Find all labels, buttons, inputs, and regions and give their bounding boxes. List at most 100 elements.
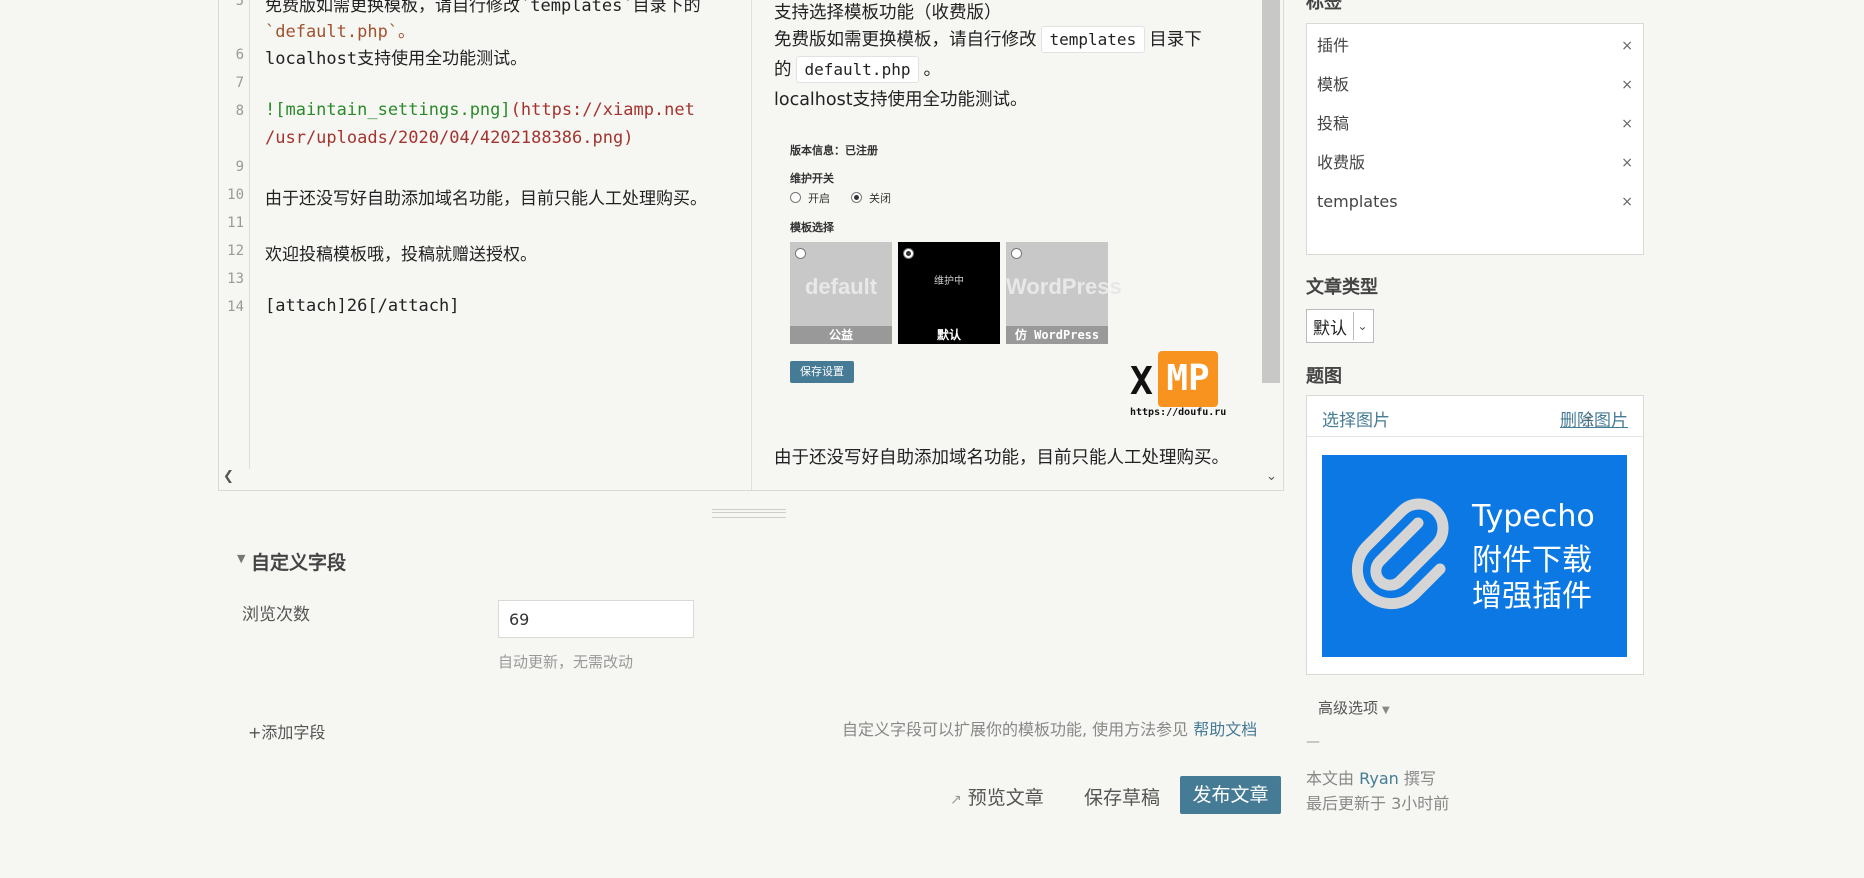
thumbnail-image: Typecho 附件下载 增强插件 — [1322, 455, 1627, 657]
chevron-down-icon[interactable]: ⌄ — [1266, 469, 1277, 484]
separator-dash: — — [1306, 734, 1320, 750]
advanced-options-toggle[interactable]: 高级选项 ▼ — [1318, 697, 1390, 718]
template-name: WordPress — [1006, 274, 1122, 299]
save-draft-button[interactable]: 保存草稿 — [1084, 783, 1160, 810]
logo-badge: MP — [1158, 351, 1218, 407]
views-count-input[interactable] — [498, 600, 694, 638]
divider — [1307, 436, 1643, 437]
code-line[interactable]: localhost支持使用全功能测试。 — [265, 44, 527, 69]
preview-text: 由于还没写好自助添加域名功能，目前只能人工处理购买。 — [774, 448, 1229, 468]
field-hint: 自动更新，无需改动 — [498, 653, 634, 671]
radio-on — [790, 192, 801, 203]
save-settings-button: 保存设置 — [790, 361, 854, 383]
template-card-maintain: 维护中 默认 — [898, 242, 1000, 344]
code-line[interactable]: `default.php`。 — [265, 17, 415, 42]
tags-input[interactable]: 插件 × 模板 × 投稿 × 收费版 × templates × — [1306, 23, 1644, 255]
tag-item: templates × — [1317, 187, 1633, 217]
radio-on-label: 开启 — [808, 192, 830, 205]
line-number: 6 — [235, 47, 244, 63]
close-icon[interactable]: × — [1621, 109, 1633, 139]
preview-text-part: 的 — [774, 60, 792, 80]
code-line[interactable]: 由于还没写好自助添加域名功能，目前只能人工处理购买。 — [265, 184, 707, 209]
template-name: default — [804, 274, 878, 299]
line-number: 8 — [235, 103, 244, 119]
tag-label: templates — [1317, 192, 1398, 211]
tag-item: 模板 × — [1317, 70, 1633, 100]
code-line-link[interactable]: ![maintain_settings.png](https://xiamp.n… — [265, 100, 695, 120]
line-number: 11 — [227, 215, 244, 231]
markdown-image-url-cont[interactable]: /usr/uploads/2020/04/4202188386.png) — [265, 128, 633, 148]
tag-label: 插件 — [1317, 36, 1350, 55]
template-card-wordpress: WordPress 仿 WordPress — [1006, 242, 1122, 344]
line-number: 13 — [227, 271, 244, 287]
line-number: 12 — [227, 243, 244, 259]
logo-url: https://doufu.ru — [1130, 407, 1227, 418]
article-type-select[interactable]: 默认 ⌄ — [1306, 309, 1374, 343]
template-caption: 默认 — [898, 326, 1000, 344]
radio-off-label: 关闭 — [869, 192, 891, 205]
tag-item: 收费版 × — [1317, 148, 1633, 178]
template-caption: 公益 — [790, 326, 892, 344]
template-select-label: 模板选择 — [790, 221, 834, 234]
thumb-text: 增强插件 — [1472, 579, 1592, 614]
line-number-gutter: 5 6 7 8 9 10 11 12 13 14 — [219, 0, 250, 469]
template-card-default: default 公益 — [790, 242, 892, 344]
inline-code: templates — [1040, 26, 1146, 53]
author-line: 本文由 Ryan 撰写 — [1306, 765, 1436, 789]
preview-text: 免费版如需更换模板，请自行修改 templates 目录下 — [774, 26, 1202, 53]
line-number: 9 — [235, 159, 244, 175]
field-label: 浏览次数 — [242, 605, 310, 625]
template-radio — [795, 248, 806, 259]
paperclip-icon — [1351, 498, 1449, 610]
markdown-editor: 5 6 7 8 9 10 11 12 13 14 免费版如需更换模板，请自行修改… — [218, 0, 1284, 491]
delete-image-button[interactable]: 删除图片 — [1560, 406, 1628, 431]
publish-button[interactable]: 发布文章 — [1180, 776, 1281, 814]
preview-text-part: 。 — [923, 60, 941, 80]
preview-label: 预览文章 — [967, 787, 1044, 809]
choose-image-button[interactable]: 选择图片 — [1322, 406, 1390, 431]
code-line[interactable]: [attach]26[/attach] — [265, 296, 459, 316]
close-icon[interactable]: × — [1621, 187, 1633, 217]
preview-text: 的 default.php。 — [774, 56, 941, 83]
author-suffix: 撰写 — [1403, 769, 1436, 788]
custom-fields-title[interactable]: 自定义字段 — [251, 548, 346, 575]
markdown-image-url: (https://xiamp.net — [510, 100, 695, 120]
external-link-icon: ↗ — [950, 792, 962, 808]
markdown-image-alt: ![maintain_settings.png] — [265, 100, 511, 120]
author-link[interactable]: Ryan — [1359, 769, 1399, 788]
tag-item: 投稿 × — [1317, 109, 1633, 139]
maintain-switch-label: 维护开关 — [790, 172, 834, 185]
caret-down-icon[interactable]: ▼ — [237, 552, 245, 565]
template-name: 维护中 — [934, 276, 964, 287]
code-line[interactable]: 免费版如需更换模板，请自行修改`templates`目录下的 — [265, 0, 701, 16]
close-icon[interactable]: × — [1621, 70, 1633, 100]
help-docs-link[interactable]: 帮助文档 — [1193, 720, 1257, 739]
xmp-logo: X MP https://doufu.ru — [1130, 351, 1226, 418]
hand-cursor-icon: ☝ — [1582, 410, 1593, 431]
version-info: 版本信息：已注册 — [790, 144, 878, 157]
markdown-preview: 支持选择模板功能（收费版） 免费版如需更换模板，请自行修改 templates 目录… — [752, 0, 1282, 490]
line-number: 14 — [227, 299, 244, 315]
editor-resize-handle[interactable] — [712, 509, 786, 518]
inline-code: default.php — [795, 56, 920, 83]
add-field-button[interactable]: +添加字段 — [248, 719, 325, 743]
tag-label: 投稿 — [1317, 114, 1350, 133]
advanced-label: 高级选项 — [1318, 699, 1379, 717]
preview-text-part: 目录下 — [1149, 30, 1202, 50]
close-icon[interactable]: × — [1621, 148, 1633, 178]
vertical-scrollbar-thumb[interactable] — [1262, 0, 1280, 383]
select-value: 默认 — [1313, 318, 1347, 339]
tags-heading: 标签 — [1306, 0, 1342, 13]
caret-down-icon: ▼ — [1382, 705, 1390, 716]
thumbnail-box: 选择图片 删除图片 ☝ Typecho 附件下载 增强插件 — [1306, 395, 1644, 675]
code-line[interactable]: 欢迎投稿模板哦，投稿就赠送授权。 — [265, 240, 537, 265]
line-number: 7 — [235, 75, 244, 91]
thumb-text: Typecho — [1472, 499, 1595, 534]
preview-article-button[interactable]: ↗ 预览文章 — [950, 783, 1044, 810]
close-icon[interactable]: × — [1621, 31, 1633, 61]
horizontal-scrollbar[interactable] — [219, 469, 751, 489]
chevron-down-icon: ⌄ — [1353, 312, 1371, 340]
scroll-left-icon[interactable]: ❮ — [223, 469, 234, 484]
custom-fields-help: 自定义字段可以扩展你的模板功能, 使用方法参见 帮助文档 — [842, 716, 1257, 740]
preview-text: localhost支持使用全功能测试。 — [774, 90, 1028, 110]
